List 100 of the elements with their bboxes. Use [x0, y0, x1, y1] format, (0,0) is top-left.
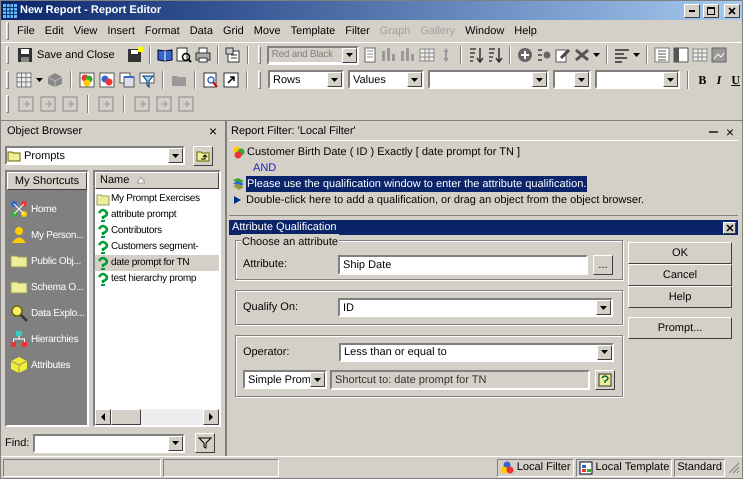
network-icon: [10, 200, 28, 218]
dropdown-arrow-icon[interactable]: [578, 78, 585, 82]
list-item[interactable]: test hierarchy promp: [95, 270, 219, 287]
dialog-button[interactable]: OK: [628, 242, 732, 264]
font-dropdown[interactable]: [428, 70, 549, 89]
menu-item[interactable]: View: [68, 22, 102, 40]
shortcuts-header-button[interactable]: My Shortcuts: [7, 172, 87, 190]
magnifier-page-icon[interactable]: [176, 47, 192, 63]
dropdown-arrow-icon[interactable]: [600, 306, 607, 310]
menu-item[interactable]: File: [12, 22, 40, 40]
circles-icon[interactable]: [79, 72, 95, 88]
shortcut-item[interactable]: Public Obj...: [10, 252, 82, 271]
prompt-type-dropdown[interactable]: Simple Prom: [243, 370, 327, 389]
close-button[interactable]: ×: [206, 124, 219, 138]
underline-button[interactable]: U: [729, 70, 742, 88]
save-and-close-button[interactable]: Save and Close: [15, 44, 117, 66]
person-icon: [10, 226, 28, 244]
filter-line[interactable]: Double-click here to add a qualification, or drag an object from the object browser.: [245, 192, 646, 208]
printer-icon[interactable]: [194, 47, 211, 63]
folder-dropdown[interactable]: Prompts: [5, 146, 185, 166]
qualify-on-dropdown[interactable]: ID: [338, 298, 613, 317]
grid-icon[interactable]: [16, 72, 32, 88]
menu-item[interactable]: Insert: [102, 22, 140, 40]
dialog-button[interactable]: Cancel: [628, 264, 732, 286]
dropdown-arrow-icon[interactable]: [411, 78, 418, 82]
shortcut-item[interactable]: Hierarchies: [10, 330, 78, 349]
page-icon[interactable]: [362, 47, 378, 63]
menu-item[interactable]: Data: [184, 22, 218, 40]
filter-line[interactable]: AND: [252, 160, 278, 176]
attribute-field[interactable]: Ship Date: [338, 254, 588, 274]
circles-icon[interactable]: [99, 72, 115, 88]
columns-icon[interactable]: [672, 47, 689, 63]
close-button[interactable]: [724, 4, 740, 18]
operator-dropdown[interactable]: Less than or equal to: [339, 342, 614, 362]
menu-item[interactable]: Window: [460, 22, 510, 40]
menu-item[interactable]: Format: [140, 22, 185, 40]
sort-icon[interactable]: [468, 47, 484, 63]
dropdown-arrow-icon[interactable]: [172, 154, 179, 158]
pencil-page-icon[interactable]: [554, 47, 571, 63]
cross-icon[interactable]: [574, 47, 590, 63]
sort-icon[interactable]: [486, 47, 503, 63]
image-icon[interactable]: [710, 47, 727, 63]
prompt-button[interactable]: [595, 370, 615, 390]
grid-app-icon: [3, 4, 17, 18]
rows-dropdown[interactable]: Rows: [268, 70, 344, 89]
shortcut-item[interactable]: Data Explo...: [10, 304, 84, 323]
menu-item[interactable]: Template: [286, 22, 340, 40]
list-item[interactable]: Customers segment-: [95, 238, 219, 255]
folder-up-button[interactable]: [193, 146, 213, 166]
dialog-button[interactable]: Help: [628, 286, 732, 308]
values-dropdown[interactable]: Values: [348, 70, 424, 89]
menu-item[interactable]: Edit: [40, 22, 69, 40]
filter-button[interactable]: [195, 433, 216, 453]
dropdown-arrow-icon[interactable]: [172, 441, 180, 445]
dropdown-arrow-icon[interactable]: [314, 378, 321, 382]
list-item[interactable]: Contributors: [95, 222, 219, 239]
align-icon[interactable]: [614, 47, 630, 63]
close-button[interactable]: ×: [724, 124, 736, 138]
dialog-button[interactable]: Prompt...: [628, 317, 732, 339]
shortcut-item[interactable]: Schema O...: [10, 278, 84, 297]
plus-circle-icon[interactable]: [516, 47, 533, 63]
horizontal-scrollbar[interactable]: [95, 409, 219, 425]
book-icon[interactable]: [156, 47, 173, 63]
list-item[interactable]: My Prompt Exercises: [95, 190, 219, 207]
dropdown-arrow-icon[interactable]: [667, 78, 674, 82]
table-icon[interactable]: [418, 47, 435, 63]
minimize-button[interactable]: [684, 4, 700, 18]
list-item[interactable]: attribute prompt: [95, 206, 219, 223]
browse-button[interactable]: ...: [593, 254, 613, 274]
find-field[interactable]: [33, 434, 186, 452]
list-item[interactable]: date prompt for TN: [95, 254, 219, 271]
maximize-button[interactable]: [703, 4, 719, 18]
menu-item[interactable]: Help: [509, 22, 542, 40]
resize-grip-icon[interactable]: [727, 461, 740, 474]
windows-icon[interactable]: [119, 72, 135, 88]
menu-item[interactable]: Grid: [218, 22, 249, 40]
dropdown-arrow-icon[interactable]: [536, 78, 543, 82]
size-dropdown[interactable]: [553, 70, 591, 89]
dropdown-arrow-icon[interactable]: [331, 78, 338, 82]
shortcut-item[interactable]: Attributes: [10, 356, 70, 375]
menu-item[interactable]: Filter: [340, 22, 375, 40]
close-button[interactable]: [723, 222, 736, 234]
minimize-icon[interactable]: [708, 130, 718, 132]
dropdown-arrow-icon[interactable]: [601, 350, 608, 354]
caret-icon[interactable]: [36, 78, 43, 82]
caret-icon[interactable]: [632, 53, 640, 57]
filter-icon[interactable]: [139, 72, 155, 88]
column-header[interactable]: Name: [95, 172, 219, 189]
shortcut-item[interactable]: Home: [10, 200, 56, 219]
dialog-title: Attribute Qualification: [232, 220, 338, 236]
caret-icon[interactable]: [592, 53, 600, 57]
list-icon[interactable]: [654, 47, 670, 63]
shortcut-item[interactable]: My Person...: [10, 226, 84, 245]
filter-line[interactable]: Customer Birth Date ( ID ) Exactly [ date prompt for TN ]: [246, 144, 522, 160]
magnifier-page-icon[interactable]: [203, 72, 219, 88]
menu-item[interactable]: Move: [248, 22, 286, 40]
table-icon[interactable]: [692, 47, 708, 63]
bold-button[interactable]: B: [696, 70, 709, 88]
style-dropdown[interactable]: [595, 70, 680, 89]
italic-button[interactable]: I: [712, 70, 726, 88]
